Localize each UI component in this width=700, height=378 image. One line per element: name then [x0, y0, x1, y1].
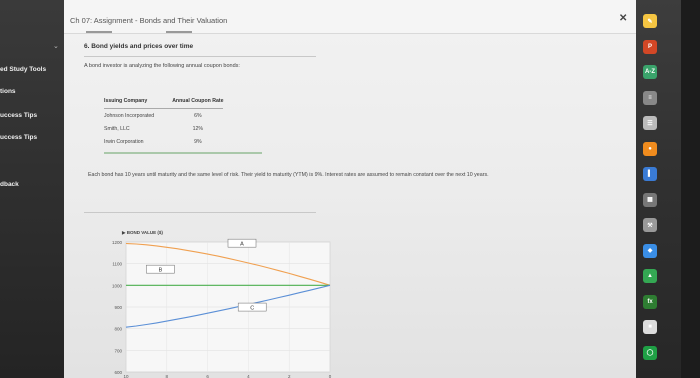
diamond-icon[interactable]: ◆: [643, 243, 657, 258]
sidebar-item-success-tips-1[interactable]: uccess Tips: [0, 112, 37, 119]
series-label: A: [240, 242, 244, 248]
x-tick-label: 0: [329, 374, 332, 378]
blue-bar-icon[interactable]: ▌: [643, 167, 657, 181]
sidebar-item-study-tools[interactable]: ed Study Tools: [0, 66, 46, 73]
x-tick-label: 2: [288, 374, 291, 378]
calendar-icon[interactable]: ▦: [643, 192, 657, 207]
square-icon[interactable]: ■: [643, 320, 657, 334]
sidebar-item-success-tips-2[interactable]: uccess Tips: [0, 134, 37, 141]
triangle-icon[interactable]: ▲: [643, 269, 657, 283]
table-cell-rate: 9%: [194, 139, 202, 145]
y-tick-label: 1100: [112, 262, 122, 267]
y-tick-label: 600: [114, 370, 122, 375]
stack-icon[interactable]: ☰: [643, 116, 657, 130]
table-cell-rate: 12%: [192, 126, 204, 132]
y-tick-label: 800: [114, 327, 122, 332]
divider: [84, 212, 316, 213]
tool-icon[interactable]: ⚒: [643, 218, 657, 232]
y-tick-label: 900: [114, 305, 122, 310]
fx-icon[interactable]: fx: [643, 294, 657, 309]
table-header-row: Issuing Company Annual Coupon Rate: [104, 98, 224, 109]
table-cell-company: Johnson Incorporated: [104, 113, 155, 119]
x-tick-label: 6: [206, 374, 209, 378]
table-row: Johnson Incorporated 6%: [104, 109, 223, 123]
y-tick-label: 700: [114, 348, 122, 353]
left-sidebar: ed Study Tools tions uccess Tips uccess …: [0, 0, 64, 378]
table-header-rate: Annual Coupon Rate: [154, 98, 224, 109]
question-intro: A bond investor is analyzing the followi…: [84, 63, 240, 69]
bond-table: Issuing Company Annual Coupon Rate Johns…: [104, 98, 224, 148]
series-label: C: [250, 306, 254, 312]
table-row: Irwin Corporation 9%: [104, 135, 223, 148]
screen-edge: [681, 0, 700, 378]
y-tick-label: 1200: [112, 240, 123, 245]
tab-indicator: [86, 31, 112, 33]
ring-icon[interactable]: ◯: [643, 345, 657, 360]
y-axis-label: ▶ BOND VALUE ($): [121, 230, 163, 235]
chevron-down-icon[interactable]: ⌄: [53, 42, 59, 50]
series-label: B: [159, 268, 163, 274]
window-title: Ch 07: Assignment - Bonds and Their Valu…: [70, 16, 228, 25]
screen: ed Study Tools tions uccess Tips uccess …: [0, 0, 700, 378]
main-panel: Ch 07: Assignment - Bonds and Their Valu…: [64, 0, 636, 378]
table-divider: [104, 152, 262, 154]
slider-icon[interactable]: ≡: [643, 90, 657, 105]
window-titlebar: Ch 07: Assignment - Bonds and Their Valu…: [64, 0, 636, 34]
x-tick-label: 10: [123, 374, 129, 378]
table-row: Smith, LLC 12%: [104, 122, 223, 135]
y-tick-label: 1000: [112, 283, 123, 288]
x-tick-label: 4: [247, 374, 250, 378]
x-tick-label: 8: [166, 374, 169, 378]
bond-value-chart[interactable]: 1200 1100 1000 900 800 700 600 10 8 6 4 2 0 ▶ BOND VA…: [96, 222, 336, 378]
table-cell-rate: 6%: [194, 113, 202, 119]
divider: [84, 56, 316, 57]
table-header-company: Issuing Company: [104, 98, 155, 109]
close-icon[interactable]: ✕: [619, 13, 627, 24]
az-icon[interactable]: A-Z: [643, 65, 657, 79]
table-cell-company: Irwin Corporation: [104, 139, 144, 145]
sidebar-item-feedback[interactable]: dback: [0, 181, 19, 188]
question-heading: 6. Bond yields and prices over time: [84, 43, 194, 50]
sidebar-item-questions[interactable]: tions: [0, 88, 16, 95]
table-cell-company: Smith, LLC: [104, 126, 130, 132]
tab-indicator: [166, 31, 192, 33]
orange-circle-icon[interactable]: ●: [643, 141, 657, 156]
chart-svg[interactable]: 1200 1100 1000 900 800 700 60010 8 6 4 2 0 ▶ BOND VA…: [96, 222, 336, 378]
question-description: Each bond has 10 years until maturity an…: [88, 172, 489, 178]
ppt-icon[interactable]: P: [643, 39, 657, 54]
pencil-icon[interactable]: ✎: [643, 14, 657, 28]
